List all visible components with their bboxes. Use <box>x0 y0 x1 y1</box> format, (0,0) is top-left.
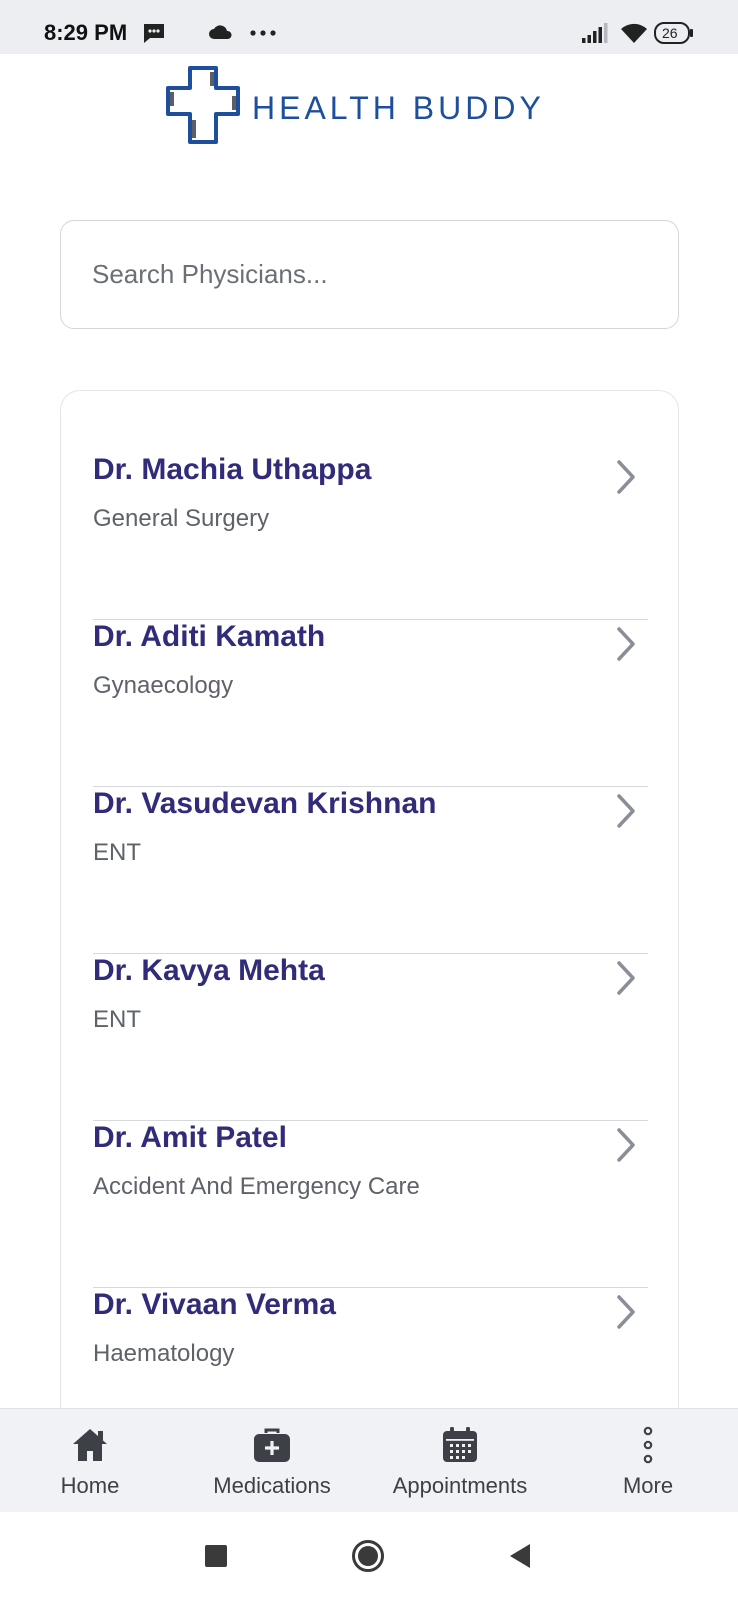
nav-more[interactable]: More <box>600 1409 696 1513</box>
nav-more-label: More <box>622 1473 674 1498</box>
more-dots-icon <box>250 30 276 36</box>
chevron-right-icon <box>617 794 635 828</box>
home-icon <box>70 1425 110 1465</box>
message-icon <box>144 24 164 43</box>
nav-appointments[interactable]: Appointments <box>380 1409 540 1513</box>
recent-apps-icon[interactable] <box>205 1545 227 1567</box>
physician-specialty: Accident And Emergency Care <box>93 1173 420 1200</box>
nav-home[interactable]: Home <box>40 1409 140 1513</box>
physician-specialty: General Surgery <box>93 505 270 532</box>
chevron-right-icon <box>617 460 635 494</box>
nav-home-label: Home <box>60 1473 120 1498</box>
physician-specialty: Gynaecology <box>93 672 234 699</box>
physician-name: Dr. Kavya Mehta <box>93 954 325 987</box>
back-button-icon[interactable] <box>508 1543 532 1569</box>
physician-list-item[interactable]: Dr. Vivaan Verma Haematology <box>93 1288 648 1410</box>
physician-name: Dr. Vivaan Verma <box>93 1288 336 1321</box>
nav-appointments-label: Appointments <box>392 1473 528 1498</box>
home-button-icon[interactable] <box>351 1539 385 1573</box>
physician-name: Dr. Aditi Kamath <box>93 620 326 653</box>
vertical-dots-icon <box>628 1425 668 1465</box>
physician-name: Dr. Amit Patel <box>93 1121 287 1154</box>
battery-icon: 26 <box>654 22 694 44</box>
physician-list: Dr. Machia Uthappa General Surgery Dr. A… <box>60 390 679 1410</box>
app-name: HEALTH BUDDY <box>252 90 545 126</box>
signal-icon <box>582 23 608 43</box>
chevron-right-icon <box>617 961 635 995</box>
health-cross-logo-icon <box>166 66 240 144</box>
physician-name: Dr. Vasudevan Krishnan <box>93 787 437 820</box>
bottom-nav: Home Medications Appointments More <box>0 1408 738 1512</box>
physician-list-item[interactable]: Dr. Kavya Mehta ENT <box>93 954 648 1121</box>
wifi-icon <box>621 23 647 43</box>
chevron-right-icon <box>617 1128 635 1162</box>
nav-medications-label: Medications <box>213 1473 331 1498</box>
physician-list-item[interactable]: Dr. Amit Patel Accident And Emergency Ca… <box>93 1121 648 1288</box>
physician-specialty: ENT <box>93 1006 141 1033</box>
calendar-icon <box>440 1425 480 1465</box>
search-box[interactable] <box>60 220 679 329</box>
physician-list-item[interactable]: Dr. Aditi Kamath Gynaecology <box>93 620 648 787</box>
physician-specialty: ENT <box>93 839 141 866</box>
cloud-icon <box>209 25 232 39</box>
physician-specialty: Haematology <box>93 1340 235 1367</box>
battery-level: 26 <box>662 25 678 41</box>
status-time: 8:29 PM <box>44 20 128 45</box>
physician-name: Dr. Machia Uthappa <box>93 453 372 486</box>
chevron-right-icon <box>617 627 635 661</box>
physician-list-item[interactable]: Dr. Vasudevan Krishnan ENT <box>93 787 648 954</box>
system-nav-bar <box>0 1512 738 1600</box>
app-logo: HEALTH BUDDY <box>164 64 584 146</box>
search-input[interactable] <box>61 221 678 328</box>
physician-list-item[interactable]: Dr. Machia Uthappa General Surgery <box>93 453 648 620</box>
nav-medications[interactable]: Medications <box>200 1409 344 1513</box>
medical-kit-icon <box>252 1425 292 1465</box>
chevron-right-icon <box>617 1295 635 1329</box>
status-bar: 8:29 PM 26 <box>0 0 738 54</box>
